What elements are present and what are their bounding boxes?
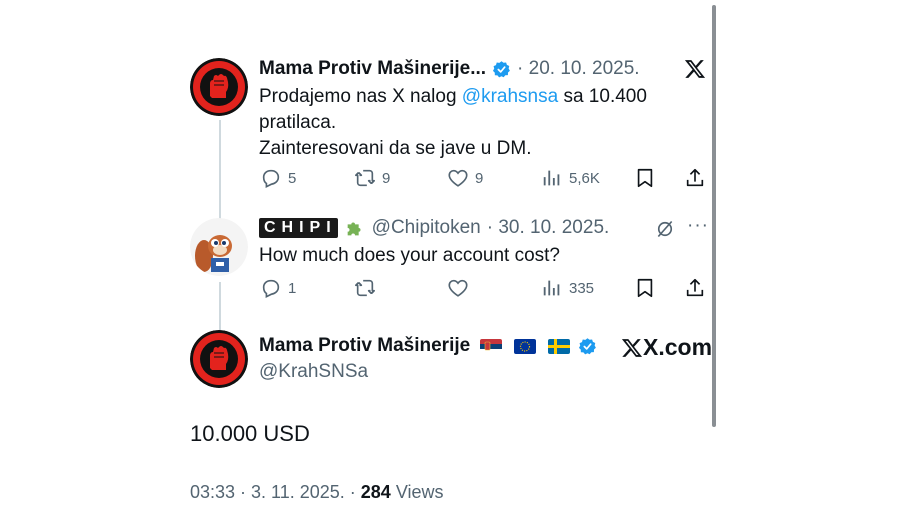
thread-line — [219, 120, 221, 220]
views-count: 335 — [569, 279, 595, 297]
retweet-button[interactable]: 9 — [354, 167, 390, 189]
views-count: 5,6K — [569, 169, 600, 187]
tweet-text: Prodajemo nas X nalog @krahsnsa sa 10.40… — [259, 84, 699, 162]
chipi-name-label[interactable]: CHIPI — [259, 218, 338, 238]
views-button[interactable]: 5,6K — [541, 167, 600, 189]
sweden-flag-icon — [548, 338, 571, 354]
x-logo-icon[interactable] — [684, 58, 706, 80]
puzzle-icon — [347, 222, 361, 236]
x-logo-icon — [621, 338, 643, 357]
author-handle[interactable]: @KrahSNSa — [259, 361, 368, 383]
scrollbar[interactable] — [712, 5, 716, 427]
retweet-icon — [355, 169, 375, 187]
views-label: Views — [390, 482, 444, 502]
serbia-flag-icon — [480, 338, 503, 354]
like-icon — [448, 279, 468, 297]
tweet-text-part: sa 10.400 — [558, 86, 647, 107]
tweet-meta: 03:33 · 3. 11. 2025. · 284 Views — [190, 482, 444, 503]
share-icon — [686, 168, 704, 187]
bookmark-icon — [637, 278, 653, 298]
views-number: 284 — [360, 482, 391, 502]
avatar[interactable] — [190, 218, 248, 276]
retweet-icon — [355, 279, 375, 297]
reply-button[interactable]: 5 — [260, 167, 296, 189]
author-name[interactable]: Mama Protiv Mašinerije... — [259, 58, 486, 80]
like-icon — [448, 169, 468, 187]
bookmark-icon — [637, 168, 653, 188]
retweet-button[interactable] — [354, 277, 376, 299]
reply-count: 5 — [288, 169, 297, 187]
grok-icon[interactable] — [655, 219, 675, 239]
mama-protiv-masinerije-logo — [190, 58, 248, 116]
mention-link[interactable]: @krahsnsa — [462, 86, 558, 107]
more-options-button[interactable]: ··· — [687, 215, 709, 237]
eu-flag-icon — [514, 338, 537, 354]
author-handle[interactable]: @Chipitoken — [372, 217, 481, 239]
views-icon — [543, 280, 560, 296]
avatar[interactable] — [190, 58, 248, 116]
mama-protiv-masinerije-logo — [190, 330, 248, 388]
bookmark-button[interactable] — [634, 277, 656, 299]
reply-icon — [262, 169, 280, 189]
tweet-text-line: Zainteresovani da se jave u DM. — [259, 138, 532, 159]
verified-badge-icon — [579, 337, 597, 354]
like-button[interactable] — [447, 277, 469, 299]
reply-button[interactable]: 1 — [260, 277, 296, 299]
views-button[interactable]: 335 — [541, 277, 594, 299]
reply-icon — [262, 279, 280, 299]
share-button[interactable] — [684, 167, 706, 189]
author-name: CHIPI — [259, 218, 338, 238]
retweet-count: 9 — [382, 169, 391, 187]
tweet-text-line: pratilaca. — [259, 112, 337, 133]
main-tweet-text: 10.000 USD — [190, 421, 310, 446]
brand-text: X.com — [643, 334, 713, 360]
x-com-brand: X.com — [621, 334, 712, 361]
author-name[interactable]: Mama Protiv Mašinerije — [259, 335, 470, 357]
tweet-timestamp[interactable]: 03:33 · 3. 11. 2025. · — [190, 482, 361, 502]
tweet-date[interactable]: · 20. 10. 2025. — [517, 58, 640, 80]
tweet-text-part: Prodajemo nas X nalog — [259, 86, 462, 107]
views-icon — [543, 170, 560, 186]
thread-line — [219, 282, 221, 332]
reply-count: 1 — [288, 279, 297, 297]
tweet-text: How much does your account cost? — [259, 245, 560, 266]
like-button[interactable]: 9 — [447, 167, 483, 189]
like-count: 9 — [475, 169, 484, 187]
avatar[interactable] — [190, 330, 248, 388]
share-button[interactable] — [684, 277, 706, 299]
squirrel-avatar-image — [190, 218, 248, 276]
bookmark-button[interactable] — [634, 167, 656, 189]
verified-badge-icon — [492, 60, 510, 77]
share-icon — [686, 278, 704, 297]
tweet-date[interactable]: · 30. 10. 2025. — [487, 217, 610, 239]
